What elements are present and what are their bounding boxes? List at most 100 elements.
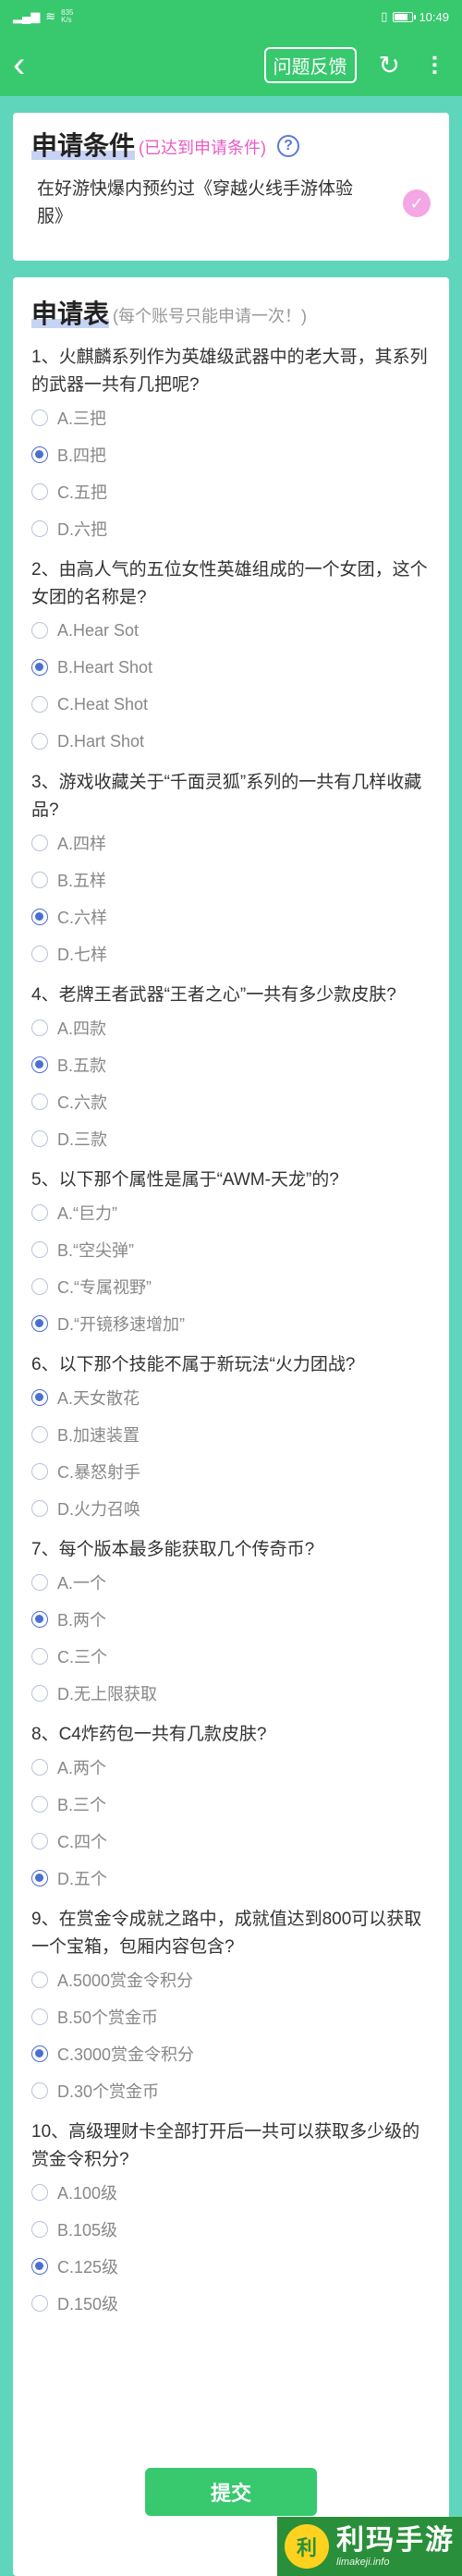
answer-option[interactable]: D.六把	[31, 510, 434, 547]
answer-option[interactable]: B.五样	[31, 861, 434, 898]
radio-empty-icon[interactable]	[31, 2184, 48, 2201]
answer-option-label: B.两个	[57, 1611, 107, 1630]
answer-option-label: A.5000赏金令积分	[57, 1972, 194, 1990]
answer-option[interactable]: B.四把	[31, 436, 434, 473]
radio-empty-icon[interactable]	[31, 696, 48, 713]
radio-empty-icon[interactable]	[31, 1685, 48, 1702]
question-10: 10、高级理财卡全部打开后一共可以获取多少级的赏金令积分? A.100级 B.105…	[13, 2109, 449, 2322]
answer-option[interactable]: C.六样	[31, 898, 434, 935]
answer-option[interactable]: A.“巨力”	[31, 1194, 434, 1231]
radio-empty-icon[interactable]	[31, 2082, 48, 2099]
radio-selected-icon[interactable]	[31, 1315, 48, 1332]
radio-empty-icon[interactable]	[31, 483, 48, 500]
radio-empty-icon[interactable]	[31, 1648, 48, 1665]
answer-option[interactable]: A.两个	[31, 1749, 434, 1786]
answer-option[interactable]: C.Heat Shot	[31, 686, 434, 723]
radio-empty-icon[interactable]	[31, 1500, 48, 1517]
answer-option[interactable]: B.五款	[31, 1046, 434, 1083]
answer-option[interactable]: D.五个	[31, 1860, 434, 1897]
radio-empty-icon[interactable]	[31, 946, 48, 962]
answer-option-label: B.105级	[57, 2221, 118, 2240]
answer-option[interactable]: D.七样	[31, 935, 434, 972]
radio-empty-icon[interactable]	[31, 1241, 48, 1258]
radio-empty-icon[interactable]	[31, 1463, 48, 1480]
answer-option[interactable]: D.150级	[31, 2285, 434, 2322]
question-2: 2、由高人气的五位女性英雄组成的一个女团，这个女团的名称是? A.Hear Sot…	[13, 547, 449, 760]
answer-option-label: D.六把	[57, 520, 107, 539]
radio-empty-icon[interactable]	[31, 1093, 48, 1110]
radio-selected-icon[interactable]	[31, 659, 48, 676]
radio-empty-icon[interactable]	[31, 1833, 48, 1850]
form-heading: 申请表 (每个账号只能申请一次！)	[13, 277, 449, 335]
radio-empty-icon[interactable]	[31, 872, 48, 888]
radio-empty-icon[interactable]	[31, 1796, 48, 1813]
radio-empty-icon[interactable]	[31, 2295, 48, 2312]
answer-option[interactable]: C.五把	[31, 473, 434, 510]
radio-empty-icon[interactable]	[31, 409, 48, 426]
radio-empty-icon[interactable]	[31, 2008, 48, 2025]
answer-option[interactable]: C.三个	[31, 1638, 434, 1675]
answer-option[interactable]: A.100级	[31, 2174, 434, 2211]
help-icon[interactable]: ?	[277, 135, 300, 157]
answer-option[interactable]: D.火力召唤	[31, 1490, 434, 1527]
radio-empty-icon[interactable]	[31, 622, 48, 639]
answer-option[interactable]: D.“开镜移速增加”	[31, 1305, 434, 1342]
answer-option[interactable]: B.Heart Shot	[31, 649, 434, 686]
answer-option[interactable]: D.Hart Shot	[31, 723, 434, 760]
radio-empty-icon[interactable]	[31, 1278, 48, 1295]
answer-option-label: B.加速装置	[57, 1426, 140, 1445]
radio-empty-icon[interactable]	[31, 1759, 48, 1776]
radio-selected-icon[interactable]	[31, 1611, 48, 1628]
chevron-left-icon[interactable]: ‹	[13, 46, 46, 83]
radio-selected-icon[interactable]	[31, 1389, 48, 1406]
answer-option[interactable]: C.125级	[31, 2248, 434, 2285]
answer-option[interactable]: A.一个	[31, 1564, 434, 1601]
radio-empty-icon[interactable]	[31, 733, 48, 750]
answer-option-label: B.“空尖弹”	[57, 1241, 134, 1260]
radio-selected-icon[interactable]	[31, 446, 48, 463]
answer-option[interactable]: C.四个	[31, 1823, 434, 1860]
radio-selected-icon[interactable]	[31, 909, 48, 925]
signal-icon: ▂▄▆	[13, 9, 41, 23]
more-vertical-icon[interactable]: ···	[420, 55, 449, 76]
answer-option[interactable]: A.三把	[31, 399, 434, 436]
answer-option[interactable]: D.30个赏金币	[31, 2072, 434, 2109]
radio-empty-icon[interactable]	[31, 2221, 48, 2238]
answer-option[interactable]: A.5000赏金令积分	[31, 1961, 434, 1998]
answer-option[interactable]: D.三款	[31, 1120, 434, 1157]
radio-empty-icon[interactable]	[31, 1019, 48, 1036]
feedback-button[interactable]: 问题反馈	[263, 46, 357, 83]
radio-selected-icon[interactable]	[31, 2045, 48, 2062]
answer-option[interactable]: D.无上限获取	[31, 1675, 434, 1712]
answer-option[interactable]: C.3000赏金令积分	[31, 2035, 434, 2072]
radio-selected-icon[interactable]	[31, 2258, 48, 2275]
answer-option[interactable]: B.三个	[31, 1786, 434, 1823]
answer-option[interactable]: B.105级	[31, 2211, 434, 2248]
refresh-icon[interactable]: ↻	[379, 50, 400, 80]
answer-option[interactable]: A.天女散花	[31, 1379, 434, 1416]
answer-option[interactable]: B.“空尖弹”	[31, 1231, 434, 1268]
radio-empty-icon[interactable]	[31, 835, 48, 851]
radio-empty-icon[interactable]	[31, 1574, 48, 1591]
radio-empty-icon[interactable]	[31, 1426, 48, 1443]
radio-empty-icon[interactable]	[31, 1204, 48, 1221]
radio-empty-icon[interactable]	[31, 1972, 48, 1988]
answer-option-label: D.30个赏金币	[57, 2082, 160, 2101]
answer-option[interactable]: C.“专属视野”	[31, 1268, 434, 1305]
submit-button[interactable]: 提交	[145, 2468, 317, 2516]
question-7: 7、每个版本最多能获取几个传奇币? A.一个 B.两个 C.三个 D.无上限获取	[13, 1527, 449, 1712]
answer-option[interactable]: C.六款	[31, 1083, 434, 1120]
answer-option[interactable]: B.两个	[31, 1601, 434, 1638]
answer-option[interactable]: B.50个赏金币	[31, 1998, 434, 2035]
radio-empty-icon[interactable]	[31, 520, 48, 537]
application-form-card: 申请表 (每个账号只能申请一次！) 1、火麒麟系列作为英雄级武器中的老大哥，其系…	[13, 277, 449, 2576]
answer-option[interactable]: B.加速装置	[31, 1416, 434, 1453]
radio-selected-icon[interactable]	[31, 1056, 48, 1073]
question-text: 9、在赏金令成就之路中，成就值达到800可以获取一个宝箱，包厢内容包含?	[31, 1910, 422, 1957]
radio-empty-icon[interactable]	[31, 1130, 48, 1147]
answer-option[interactable]: A.四款	[31, 1009, 434, 1046]
answer-option[interactable]: A.Hear Sot	[31, 612, 434, 649]
answer-option[interactable]: A.四样	[31, 824, 434, 861]
radio-selected-icon[interactable]	[31, 1870, 48, 1886]
answer-option[interactable]: C.暴怒射手	[31, 1453, 434, 1490]
